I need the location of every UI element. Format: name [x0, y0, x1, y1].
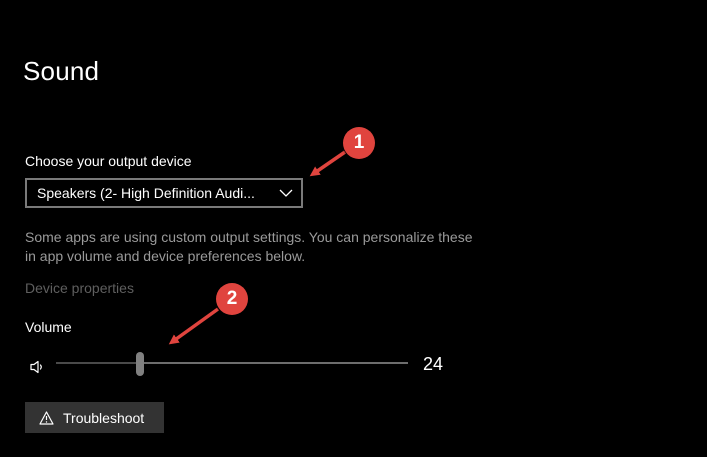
- device-properties-link[interactable]: Device properties: [25, 280, 134, 296]
- volume-slider-thumb[interactable]: [136, 352, 145, 376]
- volume-label: Volume: [25, 319, 72, 335]
- volume-value: 24: [423, 354, 444, 374]
- annotation-badge-1: 1: [343, 127, 375, 159]
- volume-slider-track[interactable]: [56, 362, 408, 364]
- annotation-badge-2: 2: [216, 283, 248, 315]
- volume-slider-fill: [56, 362, 141, 364]
- custom-output-info-text: Some apps are using custom output settin…: [25, 229, 473, 264]
- chevron-down-icon: [279, 189, 293, 197]
- annotation-arrow-1: [309, 150, 346, 177]
- output-device-selected-value: Speakers (2- High Definition Audi...: [37, 185, 255, 201]
- speaker-icon[interactable]: [29, 359, 45, 375]
- warning-icon: [39, 410, 54, 425]
- troubleshoot-label: Troubleshoot: [63, 409, 145, 426]
- page-title: Sound: [23, 56, 100, 86]
- troubleshoot-button[interactable]: Troubleshoot: [25, 402, 164, 433]
- annotation-arrow-2: [168, 307, 220, 345]
- output-device-dropdown[interactable]: Speakers (2- High Definition Audi...: [25, 178, 303, 208]
- output-device-label: Choose your output device: [25, 153, 192, 169]
